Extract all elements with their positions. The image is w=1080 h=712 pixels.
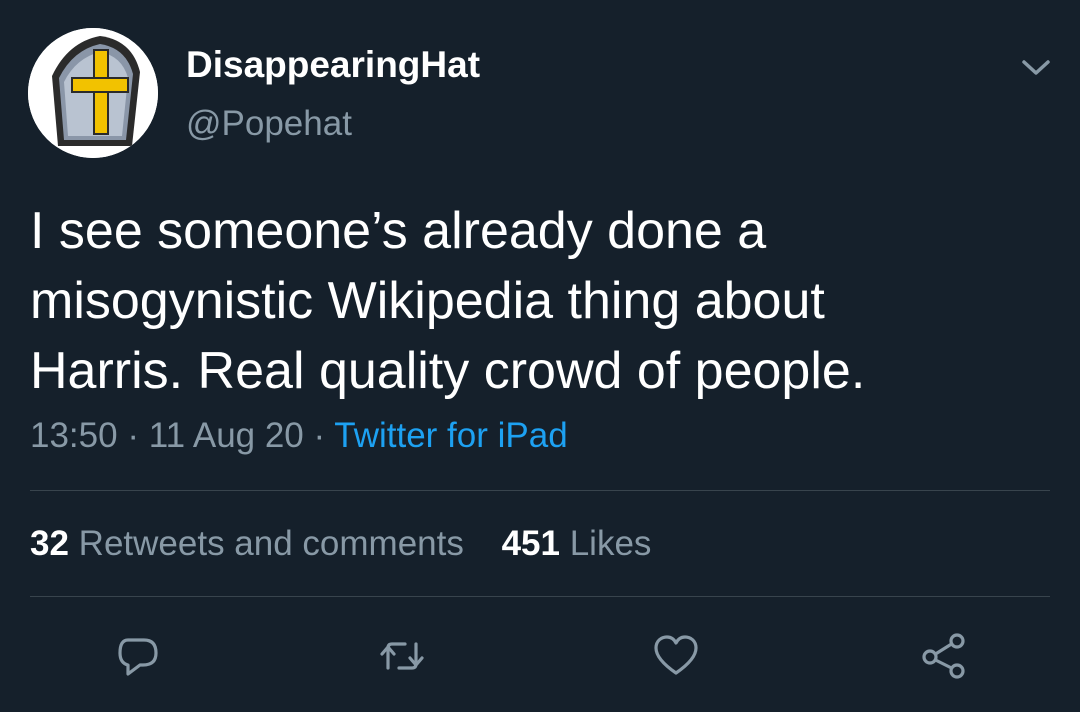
display-name[interactable]: DisappearingHat bbox=[186, 44, 480, 86]
retweets-count: 32 bbox=[30, 524, 69, 563]
divider bbox=[30, 596, 1050, 597]
retweets-stat[interactable]: 32 Retweets and comments bbox=[30, 524, 464, 564]
divider bbox=[30, 490, 1050, 491]
tweet-time: 13:50 bbox=[30, 416, 118, 455]
share-icon bbox=[922, 633, 965, 679]
meta-separator: · bbox=[127, 416, 139, 455]
mitre-cross-avatar-icon bbox=[28, 28, 158, 158]
tweet-stats: 32 Retweets and comments 451 Likes bbox=[30, 524, 651, 564]
tweet-date: 11 Aug 20 bbox=[148, 416, 304, 455]
tweet-detail: DisappearingHat @Popehat I see someone’s… bbox=[0, 0, 1080, 712]
retweet-button[interactable] bbox=[378, 632, 426, 680]
chevron-down-icon[interactable] bbox=[1016, 52, 1056, 82]
heart-icon bbox=[654, 635, 698, 675]
action-bar bbox=[0, 632, 1080, 682]
retweets-label: Retweets and comments bbox=[78, 524, 464, 563]
speech-bubble-icon bbox=[118, 638, 158, 676]
like-button[interactable] bbox=[652, 632, 700, 680]
likes-count: 451 bbox=[501, 524, 560, 563]
avatar[interactable] bbox=[28, 28, 158, 158]
share-button[interactable] bbox=[920, 632, 968, 680]
reply-button[interactable] bbox=[114, 632, 162, 680]
meta-separator: · bbox=[313, 416, 326, 455]
retweet-icon bbox=[380, 642, 424, 670]
likes-stat[interactable]: 451 Likes bbox=[502, 524, 652, 564]
tweet-source-link[interactable]: Twitter for iPad bbox=[334, 416, 567, 455]
user-handle[interactable]: @Popehat bbox=[186, 104, 352, 144]
likes-label: Likes bbox=[569, 524, 652, 563]
tweet-text: I see someone’s already done a misogynis… bbox=[30, 202, 866, 400]
tweet-meta: 13:50 · 11 Aug 20 · Twitter for iPad bbox=[30, 416, 568, 456]
